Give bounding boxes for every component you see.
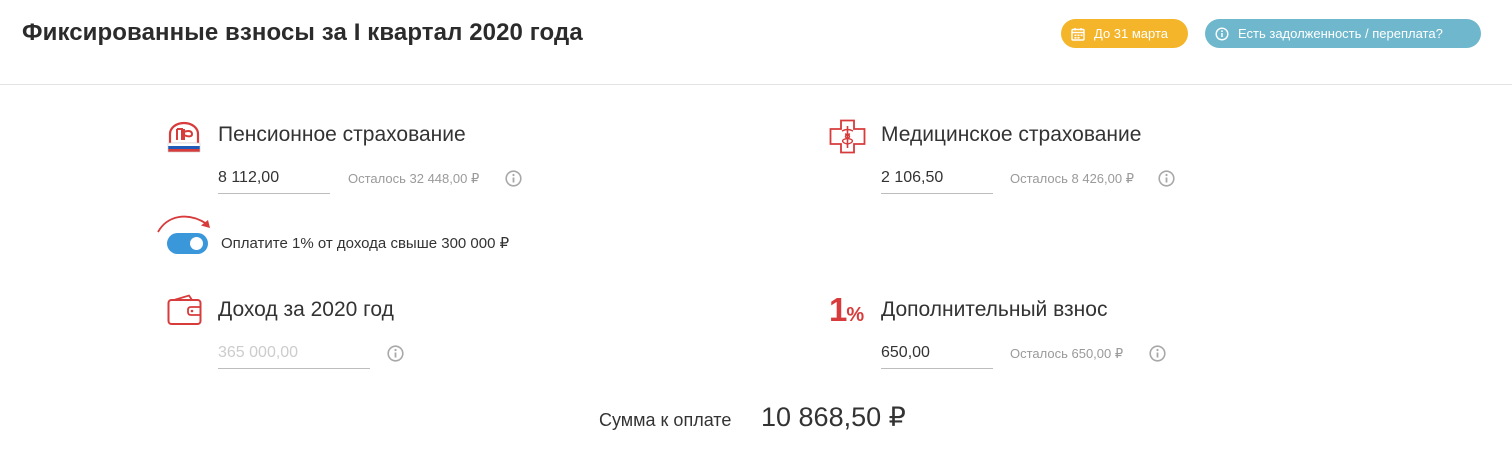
one-percent-toggle[interactable]	[167, 233, 208, 254]
debt-overpayment-label: Есть задолженность / переплата?	[1238, 26, 1443, 41]
income-title: Доход за 2020 год	[218, 298, 394, 321]
pension-remaining: Осталось 32 448,00 ₽	[348, 171, 480, 186]
income-info-icon[interactable]	[387, 345, 404, 362]
page-title: Фиксированные взносы за I квартал 2020 г…	[22, 19, 583, 46]
additional-remaining: Осталось 650,00 ₽	[1010, 346, 1124, 361]
medical-amount-value: 2 106,50	[881, 169, 944, 186]
info-icon	[1215, 26, 1229, 41]
additional-info-icon[interactable]	[1149, 345, 1166, 362]
total-label: Сумма к оплате	[599, 410, 732, 430]
one-percent-sign: %	[846, 304, 865, 326]
medical-cross-icon	[829, 119, 866, 154]
one-percent-toggle-label: Оплатите 1% от дохода свыше 300 000 ₽	[221, 235, 510, 252]
pension-amount-value: 8 112,00	[218, 169, 280, 186]
toggle-knob	[190, 237, 203, 250]
additional-amount-input[interactable]: 650,00	[881, 342, 993, 369]
pension-title: Пенсионное страхование	[218, 123, 466, 146]
additional-title: Дополнительный взнос	[881, 298, 1108, 321]
wallet-icon	[167, 294, 202, 325]
medical-title: Медицинское страхование	[881, 123, 1142, 146]
income-input[interactable]: 365 000,00	[218, 342, 370, 369]
debt-overpayment-button[interactable]: Есть задолженность / переплата?	[1205, 19, 1481, 48]
income-placeholder: 365 000,00	[218, 344, 299, 361]
pension-amount-input[interactable]: 8 112,00	[218, 167, 330, 194]
one-percent-icon: 1%	[829, 291, 864, 329]
total-value: 10 868,50 ₽	[761, 402, 906, 432]
pfr-logo-icon	[167, 121, 201, 153]
pension-info-icon[interactable]	[505, 170, 522, 187]
medical-info-icon[interactable]	[1158, 170, 1175, 187]
calendar-icon	[1071, 27, 1085, 41]
deadline-badge[interactable]: До 31 марта	[1061, 19, 1188, 48]
additional-amount-value: 650,00	[881, 344, 930, 361]
deadline-badge-label: До 31 марта	[1094, 26, 1169, 41]
medical-amount-input[interactable]: 2 106,50	[881, 167, 993, 194]
one-percent-number: 1	[829, 291, 847, 328]
page-header: Фиксированные взносы за I квартал 2020 г…	[0, 0, 1512, 85]
medical-remaining: Осталось 8 426,00 ₽	[1010, 171, 1134, 186]
